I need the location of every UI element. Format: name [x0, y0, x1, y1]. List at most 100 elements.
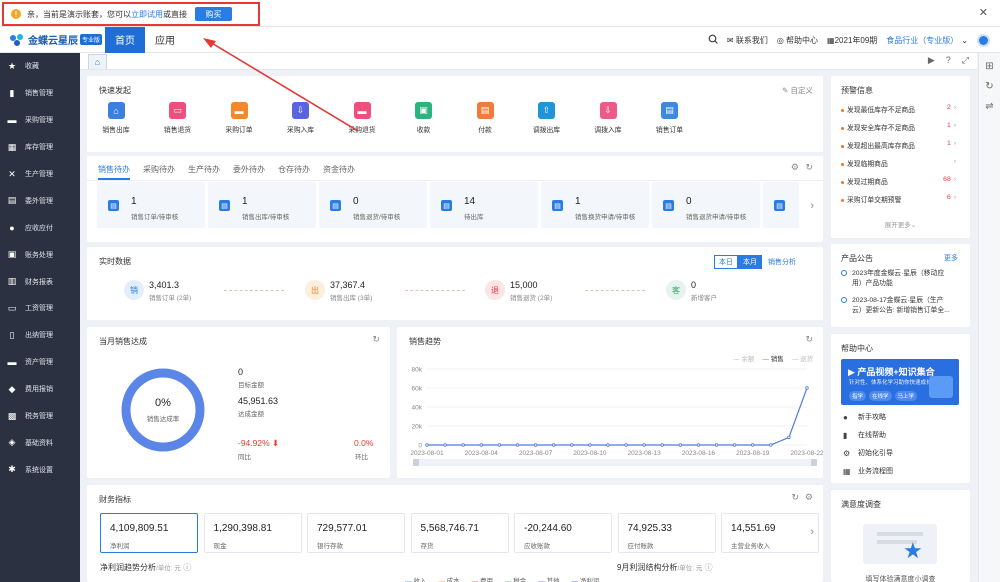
month-toggle[interactable]: 本月: [738, 255, 762, 269]
layout-icon[interactable]: ⊞: [983, 59, 997, 73]
sidebar-item[interactable]: ▦ 库存管理: [0, 134, 80, 161]
settings-icon[interactable]: ⚙: [805, 492, 813, 503]
refresh-icon[interactable]: ↻: [805, 162, 813, 173]
help-item[interactable]: ● 新手攻略: [843, 412, 886, 422]
todo-tab[interactable]: 仓存待办: [278, 164, 310, 175]
tab-home[interactable]: 首页: [105, 26, 145, 53]
sidebar-item[interactable]: ◈ 基础资料: [0, 429, 80, 456]
refresh-icon[interactable]: ↻: [791, 492, 799, 503]
contact-us-link[interactable]: ✉ 联系我们: [727, 35, 768, 46]
quick-item[interactable]: ▤ 销售订单: [643, 102, 697, 134]
sidebar-item[interactable]: ✱ 系统设置: [0, 456, 80, 483]
legend-item[interactable]: — 其他: [538, 575, 559, 582]
help-center-link[interactable]: ◎ 帮助中心: [777, 35, 818, 46]
sidebar-item[interactable]: ✕ 生产管理: [0, 161, 80, 188]
home-tab[interactable]: ⌂: [88, 54, 107, 69]
sales-analysis-link[interactable]: 销售分析: [768, 257, 796, 267]
legend-item[interactable]: — 净利润: [572, 575, 600, 582]
todo-card[interactable]: ▤ 14 待出库: [430, 182, 538, 228]
sidebar-item[interactable]: ● 应收应付: [0, 214, 80, 241]
zoom-slider-handle-right[interactable]: [811, 459, 817, 466]
legend-item[interactable]: — 费用: [472, 575, 493, 582]
sidebar-item[interactable]: ▬ 采购管理: [0, 107, 80, 134]
question-icon[interactable]: ?: [946, 55, 951, 66]
avatar[interactable]: [977, 33, 990, 47]
quick-item[interactable]: ⇩ 调拨入库: [581, 102, 635, 134]
video-banner[interactable]: ▶ 产品视频+知识集合 针对性、体系化学习助你快速成长！ 指学 在线学 马上学: [841, 359, 959, 405]
help-item[interactable]: ▦ 业务流程图: [843, 466, 893, 476]
more-link[interactable]: 更多: [944, 253, 958, 263]
sidebar-item[interactable]: ▮ 销售管理: [0, 80, 80, 107]
refresh-icon[interactable]: ↻: [983, 79, 997, 93]
chevron-right-icon[interactable]: ›: [810, 200, 814, 212]
sidebar-item[interactable]: ▥ 财务报表: [0, 268, 80, 295]
quick-item[interactable]: ▣ 收款: [397, 102, 451, 134]
finance-card-item[interactable]: 1,290,398.81 现金: [203, 513, 302, 553]
quick-item[interactable]: ▭ 销售退货: [151, 102, 205, 134]
zoom-slider-track[interactable]: [413, 459, 817, 466]
search-icon[interactable]: [708, 34, 718, 46]
warning-item[interactable]: 采购订单交期预警 6 ›: [841, 194, 956, 204]
try-now-link[interactable]: 立即试用: [131, 9, 163, 20]
help-item[interactable]: ⚙ 初始化引导: [843, 448, 893, 458]
quick-item[interactable]: ⇧ 调拨出库: [520, 102, 574, 134]
todo-card[interactable]: ▤ 1 销售订单/待审核: [97, 182, 205, 228]
legend-item[interactable]: — 收入: [405, 575, 426, 582]
sidebar-item[interactable]: ◆ 费用报销: [0, 376, 80, 403]
todo-tab[interactable]: 采购待办: [143, 164, 175, 175]
sidebar-item[interactable]: ▩ 税务管理: [0, 403, 80, 430]
announcement-item[interactable]: 2023-08-17金蝶云·星辰（生产 云）更新公告: 新增销售订单全...: [841, 296, 950, 316]
zoom-slider-handle-left[interactable]: [413, 459, 419, 466]
todo-tab[interactable]: 资金待办: [323, 164, 355, 175]
refresh-icon[interactable]: ↻: [372, 334, 380, 345]
quick-item[interactable]: ▬ 采购退货: [335, 102, 389, 134]
sidebar-item[interactable]: ▣ 账务处理: [0, 241, 80, 268]
legend-item[interactable]: — 税金: [505, 575, 526, 582]
finance-card-item[interactable]: 4,109,809.51 净利润: [100, 513, 198, 553]
todo-tab[interactable]: 委外待办: [233, 164, 265, 175]
question-icon[interactable]: ⓘ: [705, 563, 713, 572]
warning-item[interactable]: 发现临期商品 ›: [841, 158, 956, 168]
finance-card-item[interactable]: -20,244.60 应收账款: [514, 513, 612, 553]
sidebar-item[interactable]: ▤ 委外管理: [0, 187, 80, 214]
fullscreen-icon[interactable]: ⤢: [962, 55, 969, 66]
settings-icon[interactable]: ⚙: [791, 162, 799, 173]
industry-selector[interactable]: 食品行业（专业版） ⌄: [886, 35, 968, 46]
customize-button[interactable]: ✎ 自定义: [782, 85, 813, 96]
todo-card[interactable]: ▤ 1 销售换货申请/待审核: [541, 182, 649, 228]
finance-card-item[interactable]: 74,925.33 应付账款: [617, 513, 716, 553]
play-icon[interactable]: ▶: [928, 55, 935, 66]
announcement-item[interactable]: 2023年度金蝶云·星辰（移动应 用）产品功能: [841, 269, 944, 289]
warning-item[interactable]: 发现过期商品 68 ›: [841, 176, 956, 186]
quick-item[interactable]: ⌂ 销售出库: [89, 102, 143, 134]
warning-item[interactable]: 发现超出最高库存商品 1 ›: [841, 140, 956, 150]
buy-button[interactable]: 购买: [195, 7, 232, 21]
legend-item[interactable]: — 成本: [438, 575, 459, 582]
finance-card-item[interactable]: 14,551.69 主营业务收入: [721, 513, 819, 553]
warning-item[interactable]: 发现最低库存不足商品 2 ›: [841, 104, 956, 114]
finance-card-item[interactable]: 5,568,746.71 存货: [410, 513, 509, 553]
today-toggle[interactable]: 本日: [714, 255, 738, 269]
sidebar-item[interactable]: ▬ 资产管理: [0, 349, 80, 376]
period-selector[interactable]: ▦2021年09期: [827, 35, 877, 46]
question-icon[interactable]: ⓘ: [183, 563, 191, 572]
sidebar-item[interactable]: ▭ 工资管理: [0, 295, 80, 322]
quick-item[interactable]: ▤ 付款: [458, 102, 512, 134]
expand-more-link[interactable]: 展开更多⌄: [831, 219, 970, 229]
help-item[interactable]: ▮ 在线帮助: [843, 430, 886, 440]
sidebar-item[interactable]: ★ 收藏: [0, 53, 80, 80]
todo-card-partial[interactable]: ▤: [763, 182, 799, 228]
close-icon[interactable]: ✕: [979, 6, 988, 19]
sidebar-item[interactable]: ▯ 出纳管理: [0, 322, 80, 349]
quick-item[interactable]: ▬ 采购订单: [212, 102, 266, 134]
tab-app[interactable]: 应用: [145, 27, 185, 53]
quick-item[interactable]: ⇩ 采购入库: [274, 102, 328, 134]
todo-tab[interactable]: 生产待办: [188, 164, 220, 175]
todo-card[interactable]: ▤ 1 销售出库/待审核: [208, 182, 316, 228]
finance-card-item[interactable]: 729,577.01 银行存款: [307, 513, 405, 553]
survey-text[interactable]: 填写体验满意度小调查: [831, 574, 970, 582]
exchange-icon[interactable]: ⇌: [983, 99, 997, 113]
todo-card[interactable]: ▤ 0 销售退货/待审核: [319, 182, 427, 228]
todo-card[interactable]: ▤ 0 销售退货申请/待审核: [652, 182, 760, 228]
warning-item[interactable]: 发现安全库存不足商品 1 ›: [841, 122, 956, 132]
